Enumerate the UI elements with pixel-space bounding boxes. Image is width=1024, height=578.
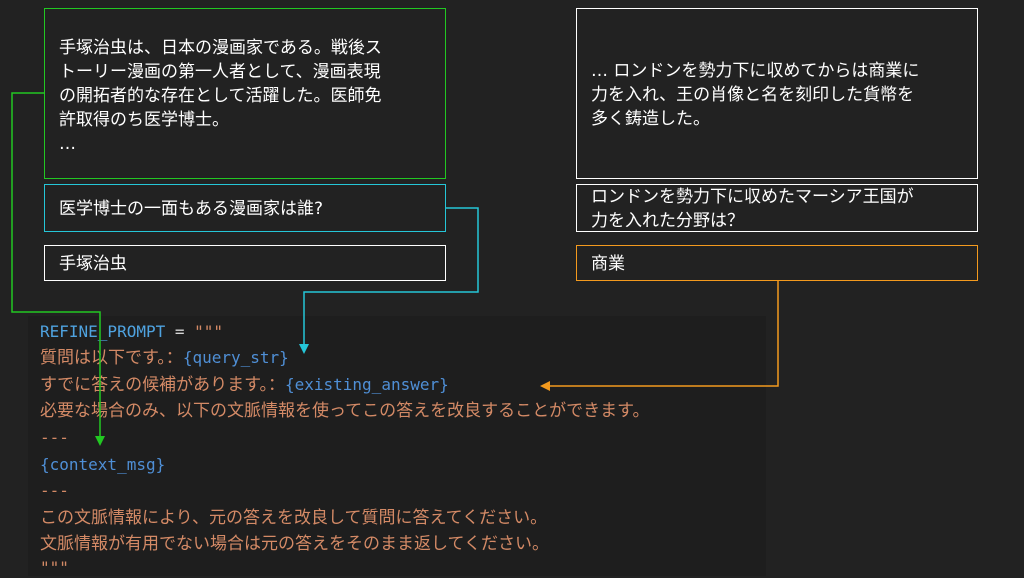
context-arrow xyxy=(11,92,105,446)
answer-arrow xyxy=(540,281,779,391)
question-arrow xyxy=(299,207,479,354)
connector-arrows xyxy=(11,92,779,446)
